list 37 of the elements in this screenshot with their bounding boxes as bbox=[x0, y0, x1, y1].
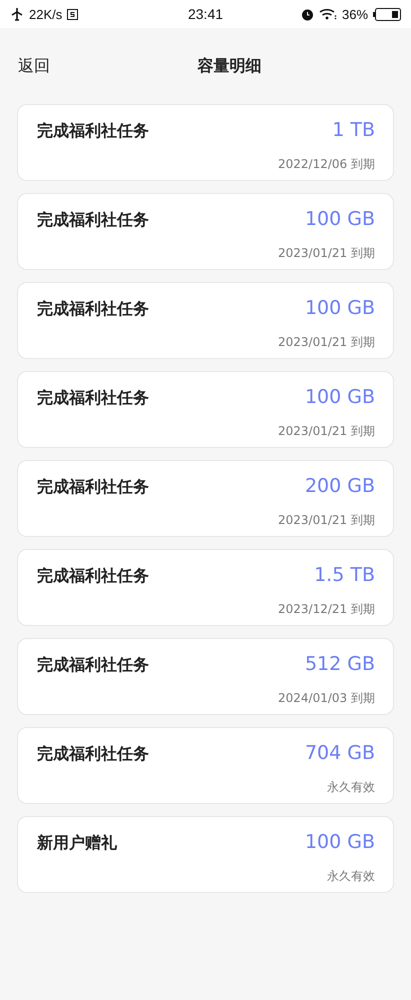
source-title: 完成福利社任务 bbox=[37, 209, 150, 231]
network-speed: 22K/s bbox=[29, 6, 62, 22]
battery-icon bbox=[373, 8, 402, 20]
notification-icon bbox=[67, 8, 78, 20]
expiry-date: 2024/01/03 到期 bbox=[278, 690, 375, 707]
expiry-date: 2023/01/21 到期 bbox=[278, 334, 375, 351]
airplane-icon bbox=[10, 7, 24, 21]
capacity-amount: 1 TB bbox=[331, 119, 375, 143]
capacity-amount: 100 GB bbox=[304, 386, 375, 410]
expiry-date: 2023/12/21 到期 bbox=[278, 601, 375, 618]
expiry-date: 永久有效 bbox=[326, 779, 375, 796]
source-title: 完成福利社任务 bbox=[37, 120, 150, 142]
source-title: 新用户赠礼 bbox=[37, 832, 118, 854]
source-title: 完成福利社任务 bbox=[37, 298, 150, 320]
source-title: 完成福利社任务 bbox=[37, 654, 150, 676]
clock-time: 23:41 bbox=[188, 6, 224, 22]
expiry-date: 2022/12/06 到期 bbox=[278, 156, 375, 173]
wifi-icon bbox=[318, 8, 337, 20]
expiry-date: 2023/01/21 到期 bbox=[278, 245, 375, 262]
source-title: 完成福利社任务 bbox=[37, 387, 150, 409]
source-title: 完成福利社任务 bbox=[37, 476, 150, 498]
capacity-amount: 100 GB bbox=[304, 297, 375, 321]
alarm-icon bbox=[300, 8, 314, 20]
expiry-date: 2023/01/21 到期 bbox=[278, 423, 375, 440]
capacity-amount: 200 GB bbox=[304, 475, 375, 499]
battery-percent: 36% bbox=[342, 6, 368, 22]
expiry-date: 2023/01/21 到期 bbox=[278, 512, 375, 529]
capacity-amount: 100 GB bbox=[304, 208, 375, 232]
page-title: 容量明细 bbox=[196, 56, 262, 76]
back-link[interactable]: 返回 bbox=[18, 56, 50, 76]
expiry-date: 永久有效 bbox=[326, 868, 375, 885]
capacity-amount: 704 GB bbox=[304, 742, 375, 766]
source-title: 完成福利社任务 bbox=[37, 565, 150, 587]
capacity-amount: 512 GB bbox=[304, 653, 375, 677]
capacity-amount: 100 GB bbox=[304, 831, 375, 855]
source-title: 完成福利社任务 bbox=[37, 743, 150, 765]
capacity-amount: 1.5 TB bbox=[313, 564, 375, 588]
